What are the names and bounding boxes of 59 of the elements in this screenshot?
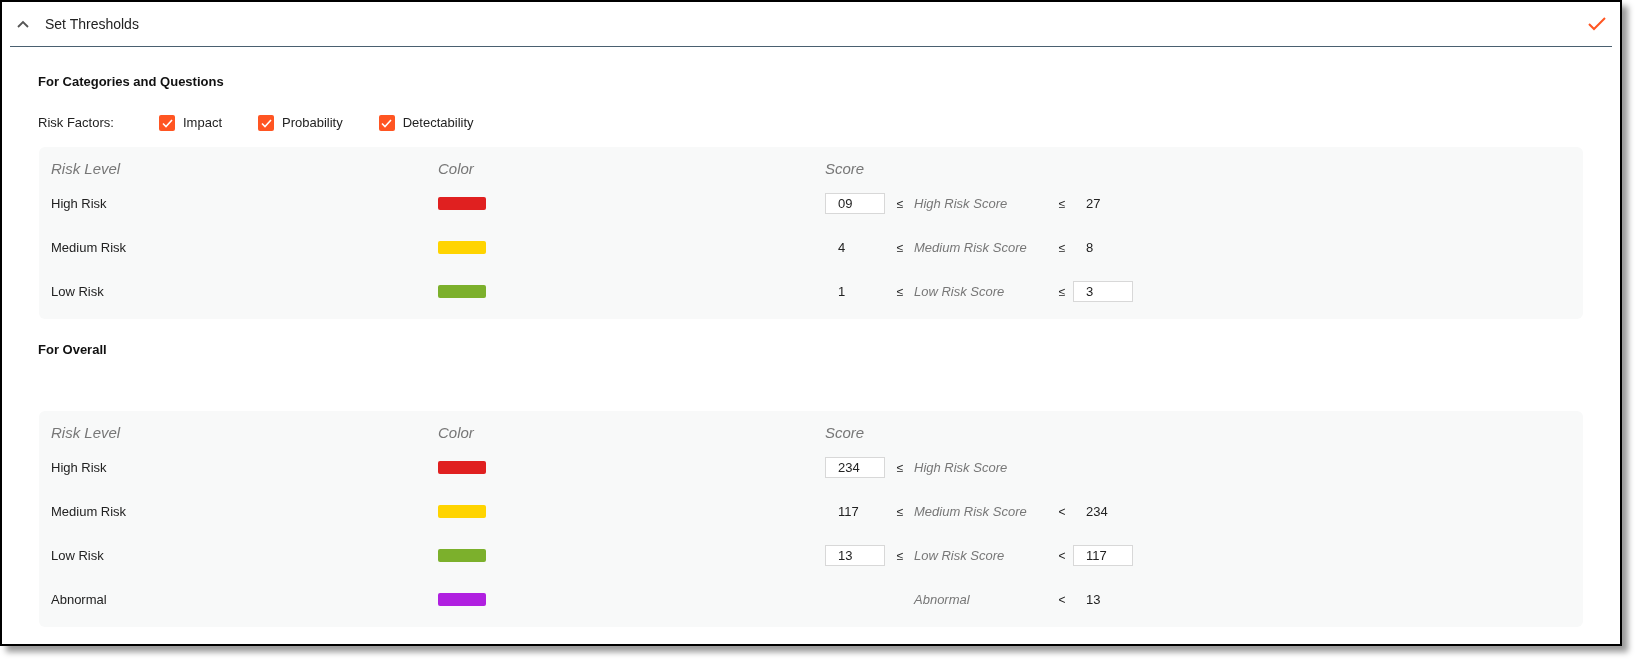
risk-level-label: High Risk	[51, 196, 107, 211]
score-label: Abnormal	[914, 592, 970, 607]
operator: ≤	[896, 241, 904, 255]
column-header: Risk Level	[51, 424, 121, 441]
score-input[interactable]: 117	[1073, 544, 1133, 566]
column-header: Score	[825, 424, 865, 441]
score-input[interactable]: 3	[1073, 280, 1133, 302]
column-header: Color	[438, 160, 474, 177]
operator: <	[1058, 505, 1066, 519]
checkbox[interactable]	[378, 115, 395, 131]
score-value: 4	[838, 240, 846, 255]
risk-level-label: Low Risk	[51, 548, 104, 563]
score-label: Medium Risk Score	[914, 240, 1027, 255]
score-label: Low Risk Score	[914, 548, 1005, 563]
column-header: Score	[825, 160, 865, 177]
operator: ≤	[896, 461, 904, 475]
checkbox-label: Impact	[183, 114, 222, 133]
risk-level-label: Medium Risk	[51, 240, 127, 255]
checkbox[interactable]	[258, 115, 274, 131]
score-input[interactable]: 13	[825, 544, 885, 566]
operator: ≤	[1058, 197, 1066, 211]
score-input[interactable]: 09	[825, 192, 885, 214]
column-header: Color	[438, 424, 474, 441]
operator: ≤	[1058, 285, 1066, 299]
score-value: 1	[838, 284, 846, 299]
score-label: Low Risk Score	[914, 284, 1005, 299]
score-value: 234	[1086, 504, 1108, 519]
score-label: Medium Risk Score	[914, 504, 1027, 519]
section-title: For Categories and Questions	[38, 74, 224, 89]
checkbox-label: Probability	[282, 114, 343, 133]
column-header: Risk Level	[51, 160, 121, 177]
risk-factors-label: Risk Factors:	[38, 114, 115, 133]
risk-level-label: Abnormal	[51, 592, 107, 607]
operator: <	[1058, 593, 1066, 607]
panel-title: Set Thresholds	[45, 14, 139, 34]
operator: ≤	[896, 505, 904, 519]
score-value: 27	[1086, 196, 1101, 211]
risk-level-label: High Risk	[51, 460, 107, 475]
operator: <	[1058, 549, 1066, 563]
checkbox[interactable]	[159, 115, 175, 131]
score-label: High Risk Score	[914, 460, 1008, 475]
operator: ≤	[896, 549, 904, 563]
checkmark-icon	[381, 118, 393, 128]
risk-level-label: Medium Risk	[51, 504, 127, 519]
section-title: For Overall	[38, 342, 107, 357]
score-value: 8	[1086, 240, 1094, 255]
score-label: High Risk Score	[914, 196, 1008, 211]
operator: ≤	[896, 197, 904, 211]
score-value: 13	[1086, 592, 1101, 607]
risk-level-label: Low Risk	[51, 284, 104, 299]
checkmark-icon	[161, 118, 173, 128]
chevron-icon	[17, 20, 29, 28]
score-input[interactable]: 234	[825, 456, 885, 478]
checkmark-icon	[260, 118, 272, 128]
score-value: 117	[838, 504, 859, 519]
panel-header[interactable]: Set Thresholds	[10, 2, 1612, 47]
checkbox-label: Detectability	[402, 114, 474, 133]
operator: ≤	[896, 285, 904, 299]
operator: ≤	[1058, 241, 1066, 255]
